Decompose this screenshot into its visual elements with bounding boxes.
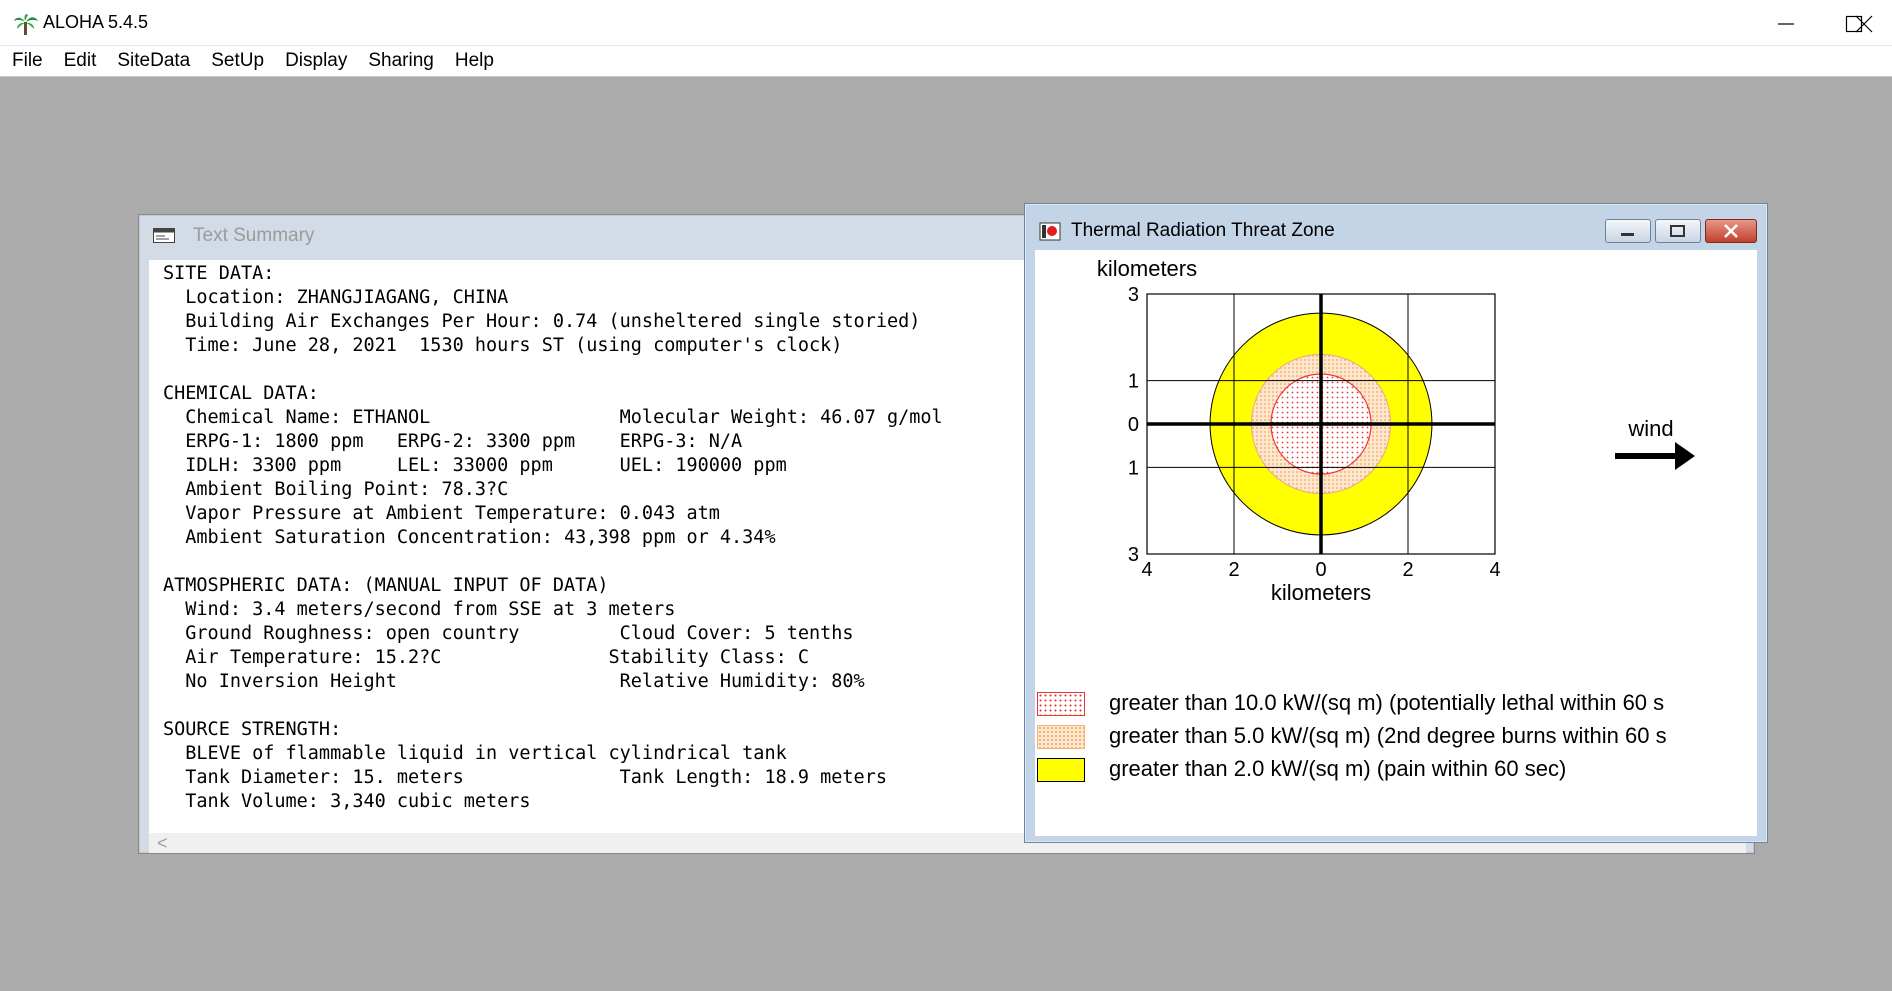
menu-edit[interactable]: Edit	[64, 50, 97, 72]
threat-zone-title: Thermal Radiation Threat Zone	[1071, 220, 1335, 241]
legend-swatch-red	[1037, 692, 1085, 716]
threat-zone-content: 4 2 0 2 4 3 1 0 1 3 kilometers kilometers wind grea…	[1035, 250, 1757, 836]
menu-file[interactable]: File	[12, 50, 43, 72]
wind-label: wind	[1627, 416, 1673, 441]
legend-label-orange: greater than 5.0 kW/(sq m) (2nd degree b…	[1109, 723, 1667, 748]
y-axis-label: kilometers	[1097, 256, 1197, 281]
close-icon	[1855, 15, 1873, 33]
app-title-bar: ALOHA 5.4.5	[0, 0, 1892, 46]
x-tick-label: 2	[1402, 559, 1413, 581]
threat-zone-window[interactable]: Thermal Radiation Threat Zone 4202431013…	[1024, 203, 1768, 843]
restore-icon	[1670, 225, 1685, 237]
y-tick-label: 1	[1128, 457, 1139, 479]
threat-close-button[interactable]	[1705, 219, 1757, 243]
text-summary-title-bar[interactable]: Text Summary	[149, 223, 1049, 249]
legend-swatch-orange	[1037, 725, 1085, 749]
x-tick-label: 4	[1141, 559, 1152, 581]
y-tick-label: 1	[1128, 371, 1139, 393]
menu-help[interactable]: Help	[455, 50, 494, 72]
legend-swatch-yellow	[1037, 758, 1085, 782]
menu-sitedata[interactable]: SiteData	[117, 50, 190, 72]
minimize-button[interactable]	[1752, 0, 1820, 46]
legend-row-red: greater than 10.0 kW/(sq m) (potentially…	[1037, 690, 1757, 718]
x-tick-label: 4	[1489, 559, 1500, 581]
menu-setup[interactable]: SetUp	[211, 50, 264, 72]
window-title: ALOHA 5.4.5	[43, 12, 149, 32]
threat-zone-plot: 4 2 0 2 431013kilometerskilometers wind	[1097, 256, 1695, 605]
y-tick-label: 3	[1128, 544, 1139, 566]
wind-arrow-icon	[1615, 442, 1695, 470]
summary-text: SITE DATA: Location: ZHANGJIAGANG, CHINA…	[163, 263, 943, 812]
x-axis-label: kilometers	[1271, 580, 1371, 605]
text-summary-title: Text Summary	[193, 225, 315, 246]
menu-display[interactable]: Display	[285, 50, 347, 72]
threat-restore-button[interactable]	[1655, 219, 1701, 243]
minimize-icon	[1778, 23, 1794, 25]
scroll-left-arrow[interactable]: <	[157, 833, 168, 854]
palm-tree-icon	[14, 14, 38, 35]
y-tick-label: 0	[1128, 414, 1139, 436]
threat-zone-title-bar[interactable]: Thermal Radiation Threat Zone	[1039, 218, 1559, 246]
legend-label-red: greater than 10.0 kW/(sq m) (potentially…	[1109, 690, 1665, 715]
menu-sharing[interactable]: Sharing	[368, 50, 434, 72]
legend-row-yellow: greater than 2.0 kW/(sq m) (pain within …	[1037, 756, 1757, 784]
x-tick-label: 0	[1315, 559, 1326, 581]
close-button[interactable]	[1824, 0, 1892, 46]
x-tick-label: 2	[1228, 559, 1239, 581]
legend-label-yellow: greater than 2.0 kW/(sq m) (pain within …	[1109, 756, 1567, 781]
fire-icon	[1039, 222, 1061, 241]
y-tick-label: 3	[1128, 284, 1139, 306]
menu-bar: File Edit SiteData SetUp Display Sharing…	[0, 46, 1892, 77]
text-window-icon	[153, 228, 175, 243]
threat-minimize-button[interactable]	[1605, 219, 1651, 243]
minimize-icon	[1621, 233, 1634, 236]
legend-row-orange: greater than 5.0 kW/(sq m) (2nd degree b…	[1037, 723, 1757, 751]
close-icon	[1724, 224, 1738, 238]
